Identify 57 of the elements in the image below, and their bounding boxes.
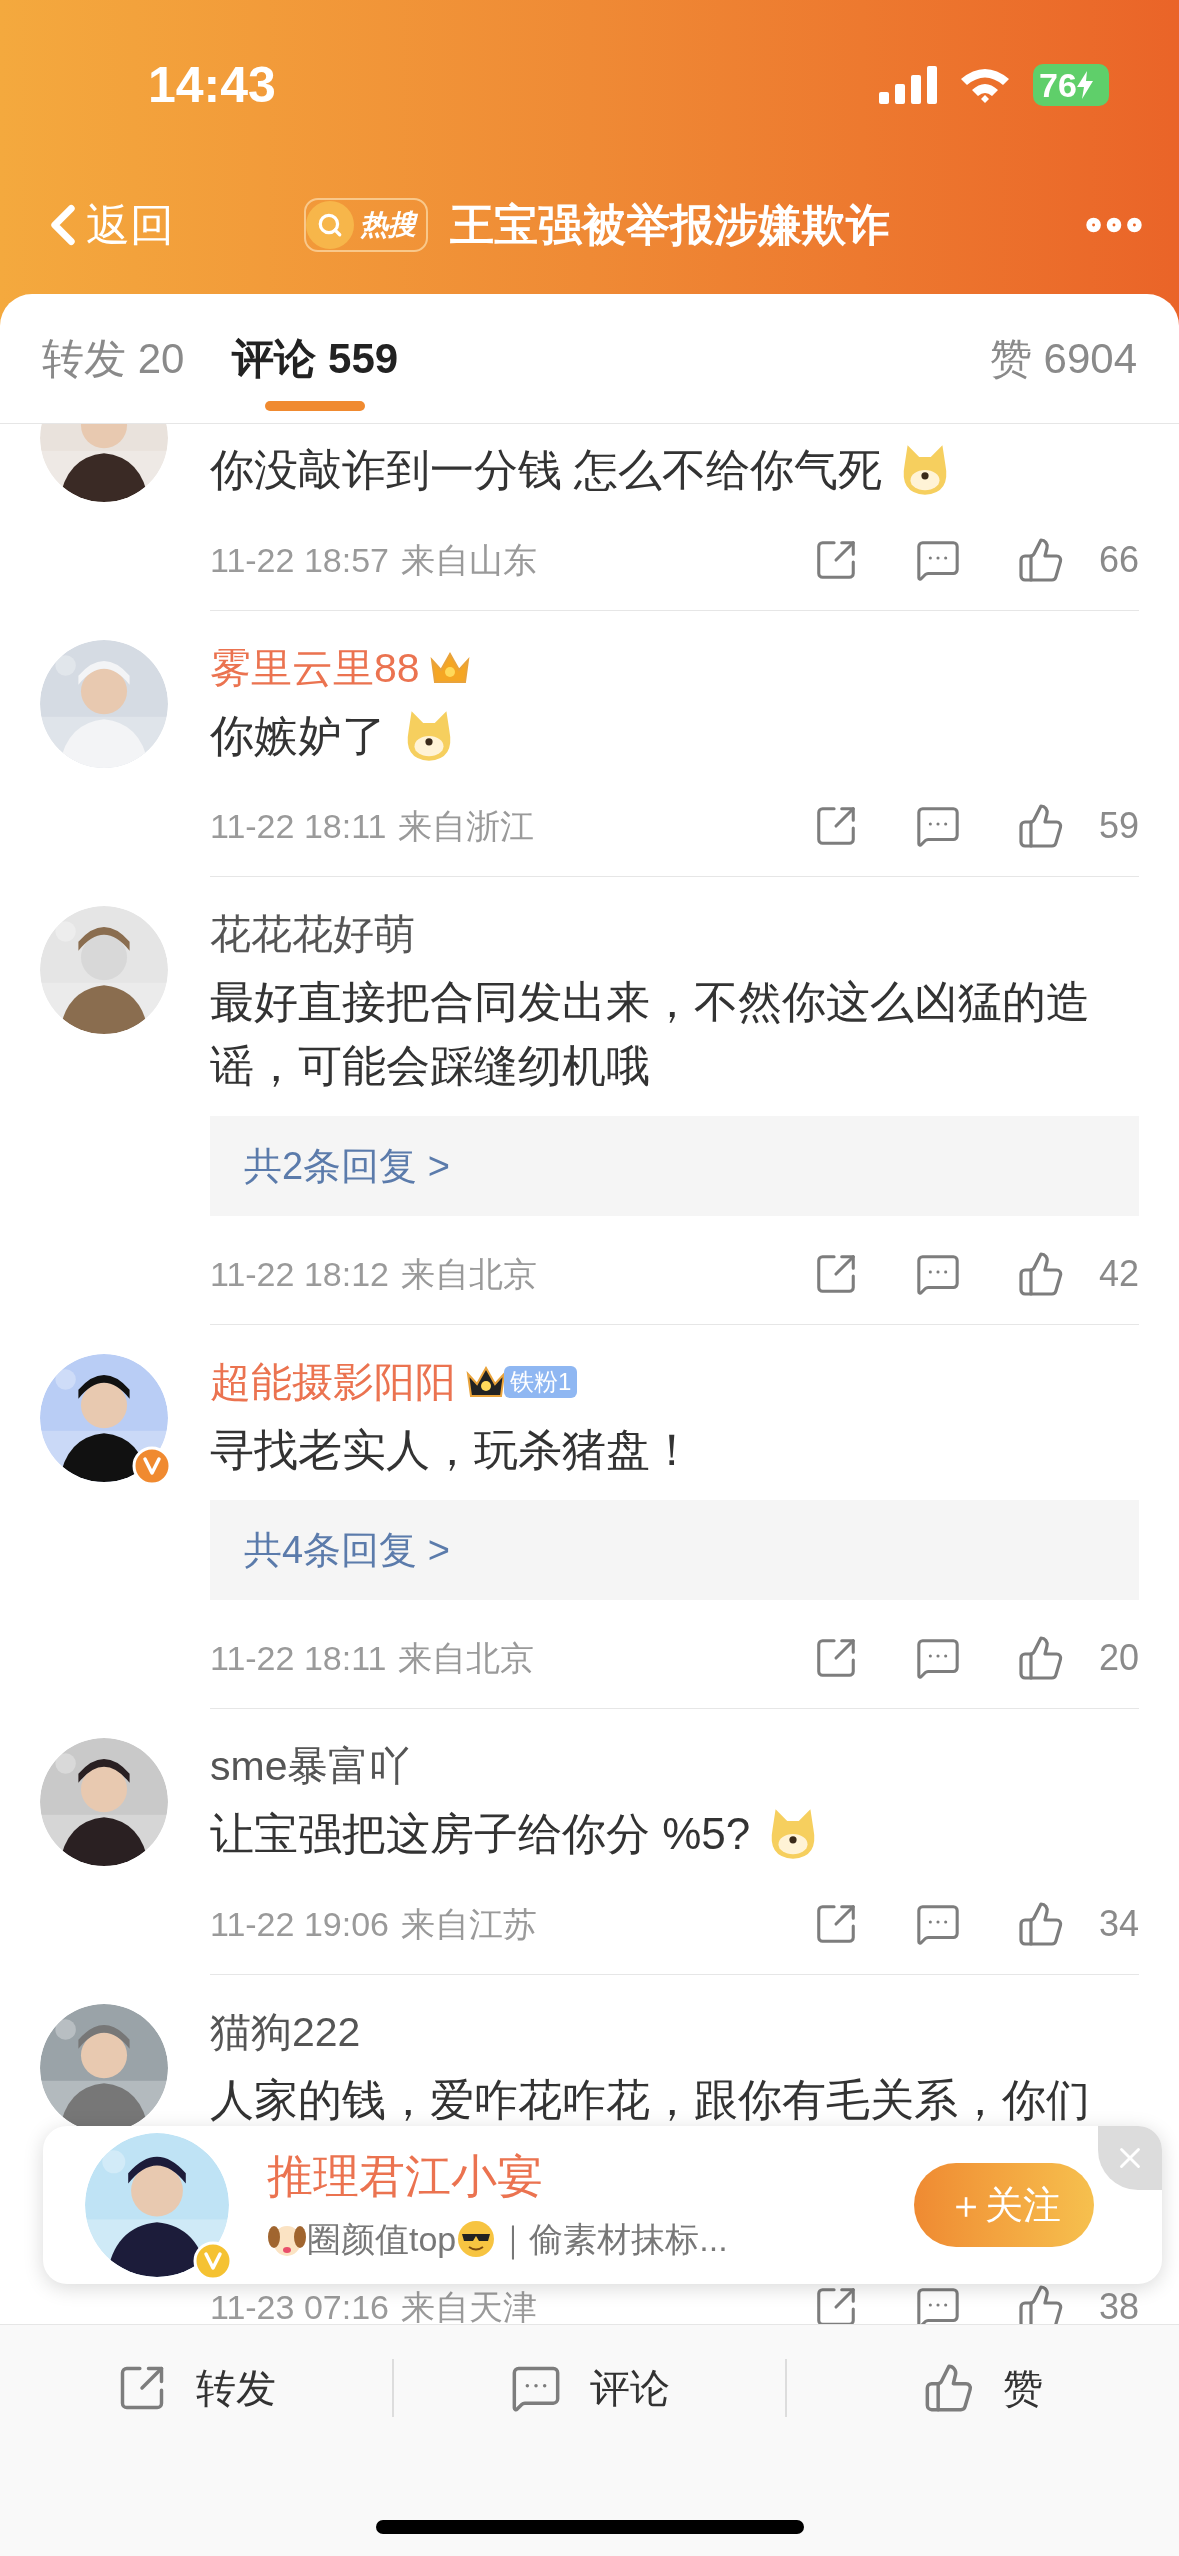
comment-text: 人家的钱，爱咋花咋花，跟你有毛关系，你们: [210, 2074, 1090, 2126]
thumbs-up-icon: [1017, 802, 1065, 850]
thumbs-up-icon: [1017, 1634, 1065, 1682]
comment-time: 11-22 18:57: [210, 539, 389, 581]
comment-text: 你没敲诈到一分钱 怎么不给你气死: [210, 444, 883, 496]
fan-level-tag: 铁粉1: [504, 1366, 578, 1398]
suggested-username[interactable]: 推理君江小宴: [267, 2145, 728, 2206]
comment-location: 来自山东: [400, 539, 537, 581]
bio-text: 圈颜值top: [307, 2218, 457, 2260]
comment-time: 11-22 18:11: [210, 805, 387, 847]
follow-button[interactable]: ＋关注: [914, 2163, 1094, 2247]
like-count: 20: [1097, 1636, 1139, 1680]
comment-location: 来自江苏: [400, 1903, 537, 1945]
comment-location: 来自浙江: [398, 805, 535, 847]
like-count: 42: [1097, 1252, 1139, 1296]
like-count: 66: [1097, 538, 1139, 582]
page-title: 王宝强被举报涉嫌欺诈: [449, 199, 890, 251]
comment-time: 11-23 07:16: [210, 2286, 389, 2324]
thumbs-up-icon: [1017, 1250, 1065, 1298]
replies-link[interactable]: 共2条回复 >: [210, 1116, 1139, 1216]
comment-text: 最好直接把合同发出来，不然你这么凶猛的造谣，可能会踩缝纫机哦: [210, 976, 1091, 1092]
wifi-icon: [959, 66, 1011, 104]
comment-location: 来自北京: [398, 1637, 535, 1679]
like-count: 59: [1097, 804, 1139, 848]
hot-search-tag[interactable]: 热搜: [303, 198, 428, 252]
back-button[interactable]: 返回: [30, 192, 174, 258]
thumbs-up-icon: [1017, 1900, 1065, 1948]
like-count: 34: [1097, 1902, 1139, 1946]
username[interactable]: 雾里云里88: [210, 640, 420, 696]
tab[interactable]: 转发 20: [42, 294, 185, 423]
sunglasses-face-icon: [456, 2219, 497, 2259]
bio-text: ｜偷素材抹标...: [496, 2218, 728, 2262]
comment-location: 来自天津: [400, 2286, 537, 2324]
signal-icon: [879, 66, 937, 104]
battery-indicator: 76: [1033, 64, 1109, 106]
comment-time: 11-22 18:11: [210, 1637, 387, 1679]
action-button[interactable]: 赞: [787, 2358, 1179, 2418]
action-button[interactable]: 评论: [393, 2358, 786, 2418]
search-icon: [316, 212, 343, 238]
comment-time: 11-22 18:12: [210, 1253, 389, 1295]
comment-time: 11-22 19:06: [210, 1903, 389, 1945]
comment-location: 来自北京: [400, 1253, 537, 1295]
comment-text: 寻找老实人，玩杀猪盘！: [210, 1424, 694, 1476]
username[interactable]: 花花花好萌: [210, 906, 415, 962]
status-time: 14:43: [148, 55, 276, 115]
thumbs-up-icon: [1017, 536, 1065, 584]
username[interactable]: 猫狗222: [210, 2004, 361, 2060]
thumbs-up-icon: [1017, 2283, 1065, 2324]
action-button[interactable]: 转发: [0, 2358, 392, 2418]
comment-text: 让宝强把这房子给你分 %5?: [210, 1808, 751, 1860]
tab[interactable]: 评论 559: [232, 294, 399, 423]
username[interactable]: sme暴富吖: [210, 1738, 411, 1794]
username[interactable]: 超能摄影阳阳: [210, 1354, 456, 1410]
tab[interactable]: 赞 6904: [989, 294, 1137, 423]
comment-text: 你嫉妒了: [210, 710, 386, 762]
replies-link[interactable]: 共4条回复 >: [210, 1500, 1139, 1600]
like-count: 38: [1097, 2285, 1139, 2324]
